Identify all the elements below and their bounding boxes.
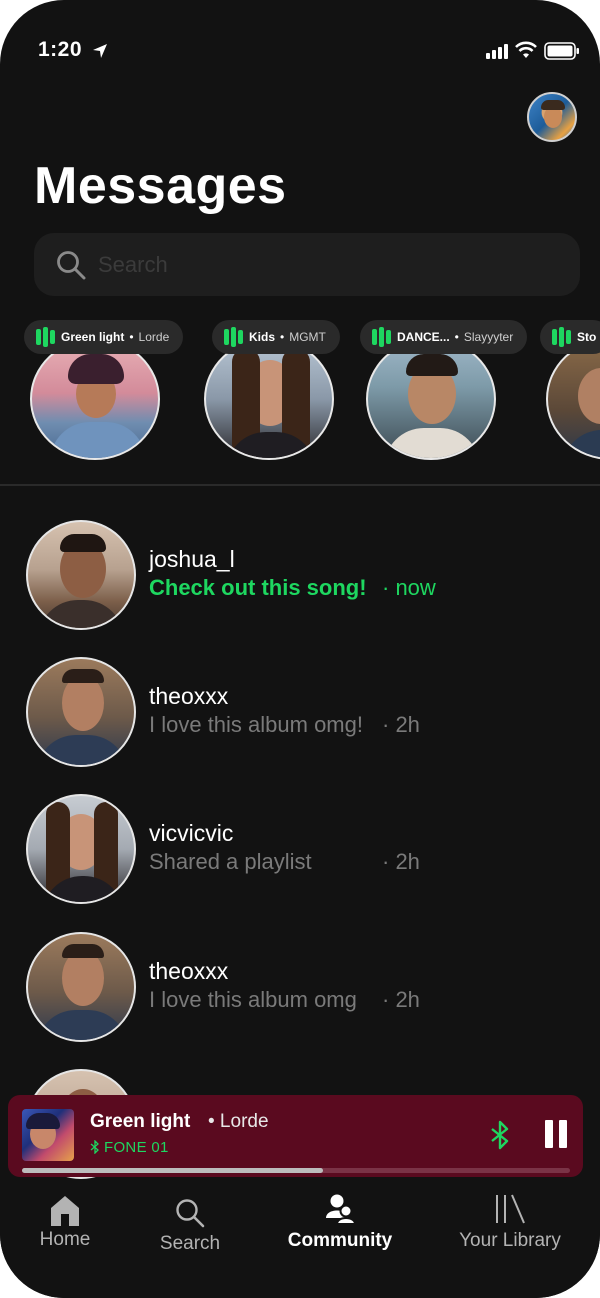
page-title: Messages — [34, 157, 287, 215]
search-icon — [57, 251, 86, 280]
album-cover — [22, 1109, 74, 1161]
equalizer-icon — [36, 327, 55, 347]
tab-bar: Home Search Community Your Library — [0, 1180, 600, 1298]
location-arrow-icon — [93, 44, 107, 58]
community-icon — [326, 1194, 356, 1224]
story-separator: • — [454, 330, 459, 344]
bluetooth-icon[interactable] — [490, 1120, 510, 1150]
story-song-chip: Kids • MGMT — [212, 320, 340, 354]
story-item[interactable]: DANCE... • Slayyyter — [360, 318, 536, 468]
wifi-icon — [515, 41, 537, 58]
connected-device: FONE 01 — [104, 1139, 169, 1156]
tab-library[interactable]: Your Library — [450, 1180, 570, 1260]
message-row[interactable]: joshua_l Check out this song! · now — [0, 520, 600, 632]
story-song-chip: Sto — [540, 320, 600, 354]
message-avatar — [26, 657, 136, 767]
message-row[interactable]: theoxxx I love this album omg! · 2h — [0, 657, 600, 769]
message-preview: Shared a playlist — [149, 849, 312, 874]
story-item[interactable]: Kids • MGMT — [204, 318, 374, 468]
status-time: 1:20 — [38, 38, 83, 61]
library-icon — [496, 1194, 525, 1224]
message-row[interactable]: vicvicvic Shared a playlist · 2h — [0, 794, 600, 906]
message-avatar — [26, 520, 136, 630]
message-time: · 2h — [382, 712, 420, 737]
story-separator: • — [129, 330, 134, 344]
now-playing-song: Green light — [90, 1111, 191, 1132]
search-bar[interactable] — [34, 233, 580, 296]
message-row[interactable]: theoxxx I love this album omg · 2h — [0, 932, 600, 1044]
status-bar: 1:20 — [0, 0, 600, 100]
listening-stories: Green light • Lorde Kids • MGMT DANCE...… — [0, 318, 600, 478]
message-time: · 2h — [382, 849, 420, 874]
equalizer-icon — [224, 327, 243, 347]
playback-progress-fill — [22, 1168, 324, 1173]
bluetooth-icon — [90, 1140, 99, 1154]
message-username: vicvicvic — [149, 820, 234, 846]
search-input[interactable] — [98, 245, 558, 285]
tab-community-label: Community — [287, 1230, 393, 1251]
divider — [0, 484, 600, 486]
message-avatar — [26, 794, 136, 904]
story-separator: • — [280, 330, 285, 344]
equalizer-icon — [552, 327, 571, 347]
story-item[interactable]: Green light • Lorde — [24, 318, 194, 468]
story-song: Green light — [61, 330, 125, 344]
message-preview: I love this album omg — [149, 987, 357, 1012]
story-artist: Slayyyter — [463, 330, 514, 344]
tab-library-label: Your Library — [459, 1230, 561, 1251]
story-artist: Lorde — [138, 330, 170, 344]
story-song-chip: Green light • Lorde — [24, 320, 184, 354]
story-song: Sto — [577, 330, 597, 344]
message-time: · 2h — [382, 987, 420, 1012]
message-avatar — [26, 932, 136, 1042]
story-song: Kids — [249, 330, 276, 344]
signal-icon — [486, 44, 508, 59]
message-time: · now — [382, 575, 436, 600]
tab-community[interactable]: Community — [270, 1180, 410, 1260]
profile-avatar[interactable] — [527, 92, 577, 142]
tab-search[interactable]: Search — [140, 1180, 240, 1260]
story-artist: MGMT — [289, 330, 326, 344]
message-preview: Check out this song! — [149, 575, 367, 600]
story-avatar — [30, 338, 160, 460]
pause-icon[interactable] — [543, 1120, 567, 1150]
story-avatar — [366, 338, 496, 460]
playback-progress[interactable] — [22, 1168, 570, 1173]
search-icon — [176, 1199, 205, 1228]
story-item[interactable]: Sto — [540, 318, 600, 468]
now-playing-artist: • Lorde — [208, 1111, 269, 1132]
battery-icon — [544, 42, 579, 60]
equalizer-icon — [372, 327, 391, 347]
message-username: joshua_l — [149, 546, 235, 572]
story-avatar — [204, 338, 334, 460]
message-preview: I love this album omg! — [149, 712, 363, 737]
tab-home-label: Home — [39, 1229, 91, 1250]
home-icon — [51, 1196, 79, 1226]
message-username: theoxxx — [149, 683, 229, 709]
phone-screen: 1:20 Messages Search Green light • Lorde… — [0, 0, 600, 1298]
story-song: DANCE... — [397, 330, 450, 344]
story-avatar — [546, 338, 600, 460]
tab-search-label: Search — [159, 1233, 221, 1254]
message-username: theoxxx — [149, 958, 229, 984]
tab-home[interactable]: Home — [20, 1180, 110, 1260]
now-playing-bar[interactable]: Green light • Lorde FONE 01 — [8, 1095, 583, 1177]
story-song-chip: DANCE... • Slayyyter — [360, 320, 528, 354]
